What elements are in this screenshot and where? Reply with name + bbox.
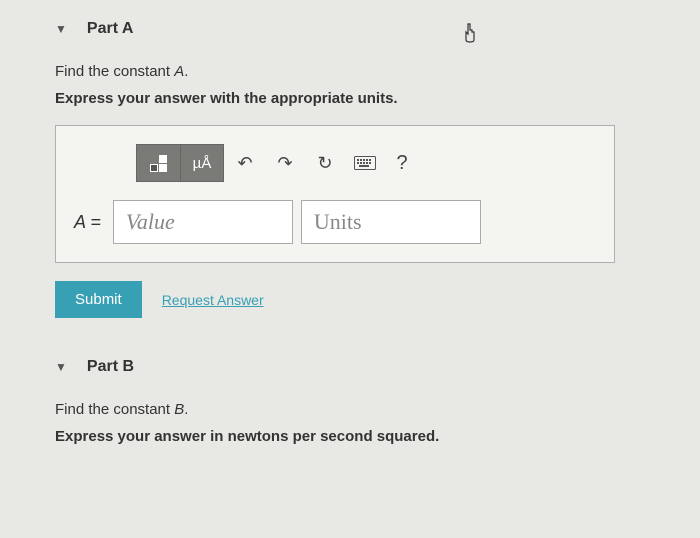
value-input[interactable]: Value (113, 200, 293, 244)
part-b-instruction: Express your answer in newtons per secon… (55, 428, 665, 445)
prompt-variable: A (174, 63, 184, 80)
submit-button[interactable]: Submit (55, 281, 142, 318)
prompt-suffix: . (184, 401, 188, 418)
template-button[interactable] (136, 144, 180, 182)
keyboard-icon[interactable] (346, 144, 384, 182)
units-input[interactable]: Units (301, 200, 481, 244)
part-a-content: Find the constant A. Express your answer… (35, 63, 665, 318)
answer-input-row: A = Value Units (74, 200, 596, 244)
part-b-header[interactable]: ▼ Part B (35, 358, 665, 376)
part-a-instruction: Express your answer with the appropriate… (55, 90, 665, 107)
answer-box: µÅ ↶ ↷ ↻ ? A = Value Units (55, 125, 615, 263)
request-answer-link[interactable]: Request Answer (162, 292, 264, 308)
formula-toolbar: µÅ ↶ ↷ ↻ ? (136, 144, 596, 182)
part-a-prompt: Find the constant A. (55, 63, 665, 80)
pointer-cursor-icon (460, 22, 480, 50)
help-icon[interactable]: ? (386, 144, 418, 182)
part-a-header[interactable]: ▼ Part A (35, 20, 665, 38)
prompt-text: Find the constant (55, 63, 174, 80)
prompt-variable: B (174, 401, 184, 418)
part-b-prompt: Find the constant B. (55, 401, 665, 418)
part-b-content: Find the constant B. Express your answer… (35, 401, 665, 445)
redo-icon[interactable]: ↷ (266, 144, 304, 182)
part-a-title: Part A (87, 20, 134, 38)
prompt-text: Find the constant (55, 401, 174, 418)
reset-icon[interactable]: ↻ (306, 144, 344, 182)
variable-label: A = (74, 212, 101, 233)
chevron-down-icon: ▼ (55, 22, 67, 36)
prompt-suffix: . (184, 63, 188, 80)
chevron-down-icon: ▼ (55, 360, 67, 374)
action-row: Submit Request Answer (55, 281, 665, 318)
units-button[interactable]: µÅ (180, 144, 224, 182)
undo-icon[interactable]: ↶ (226, 144, 264, 182)
part-b-title: Part B (87, 358, 134, 376)
